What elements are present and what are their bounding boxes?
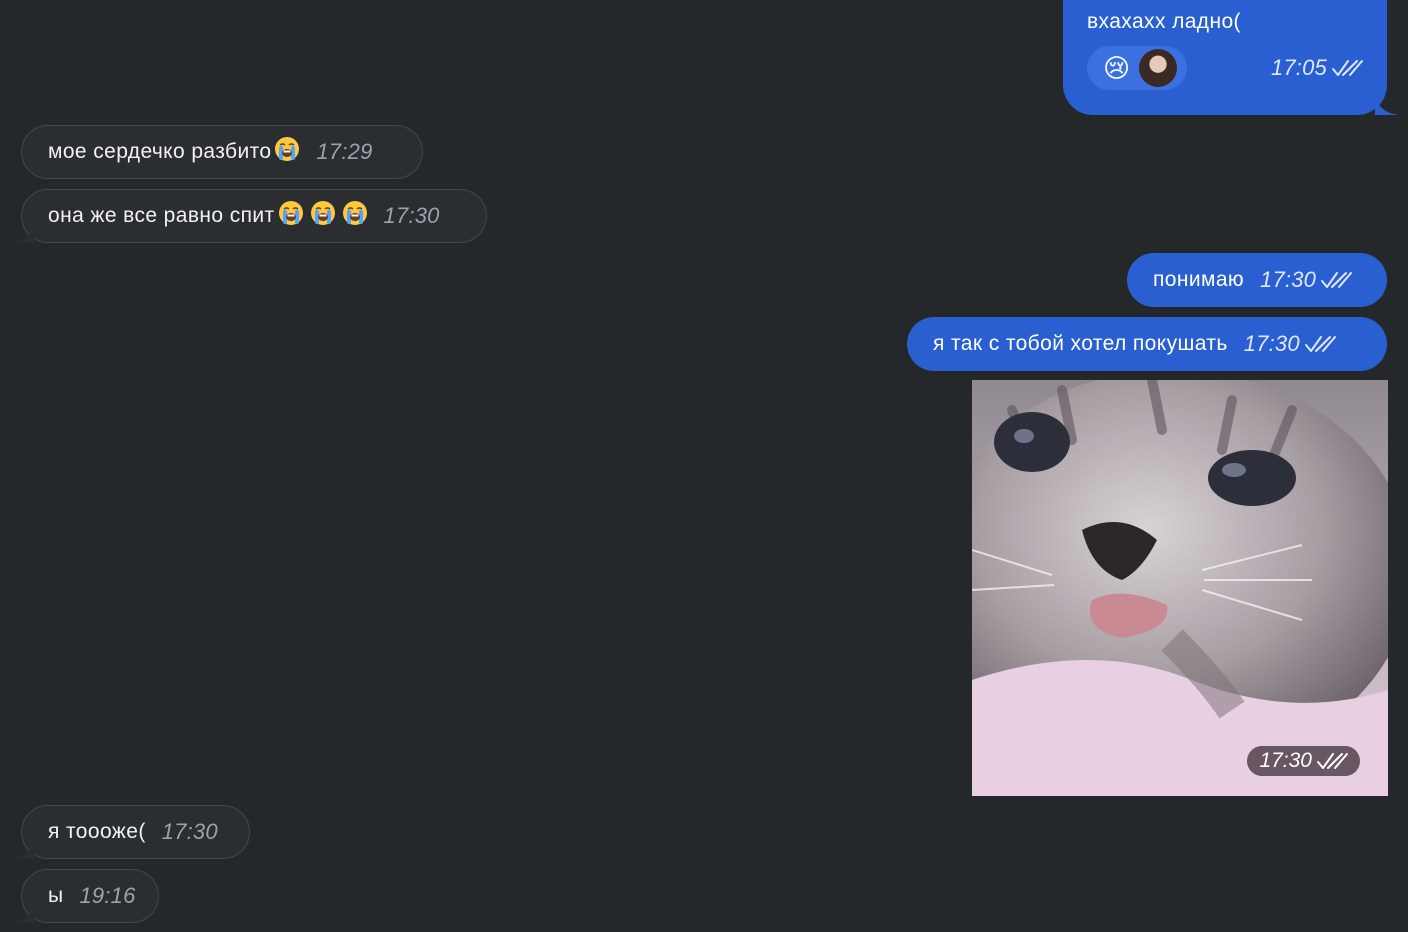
kitten-photo[interactable]: 17:30: [972, 380, 1388, 796]
message-time: 17:05: [1270, 55, 1327, 80]
loudly-crying-face-icon: [278, 200, 304, 232]
message-text: вхахахх ладно(: [1087, 10, 1241, 33]
reaction-chip[interactable]: 😢: [1087, 46, 1187, 90]
message-incoming[interactable]: мое сердечко разбито 17:29: [21, 125, 423, 179]
bubble-tail-icon: [11, 223, 35, 243]
crying-face-emoji-icon: 😢: [1103, 53, 1131, 83]
message-text: мое сердечко разбито: [48, 140, 272, 163]
message-incoming[interactable]: она же все равно спит 17:30: [21, 189, 487, 243]
bubble-tail-icon: [11, 903, 35, 923]
message-time: 19:16: [79, 883, 136, 908]
message-outgoing[interactable]: я так с тобой хотел покушать 17:30: [907, 317, 1387, 371]
message-incoming[interactable]: я тоооже( 17:30: [21, 805, 250, 859]
message-time: 17:29: [316, 139, 373, 164]
message-time: 17:30: [1260, 267, 1317, 292]
message-text: понимаю: [1153, 268, 1245, 291]
message-time: 17:30: [1259, 749, 1312, 772]
double-check-icon: [1316, 751, 1348, 771]
loudly-crying-face-icon: [274, 136, 300, 168]
avatar: [1138, 49, 1177, 87]
message-incoming[interactable]: ы 19:16: [21, 869, 159, 923]
bubble-tail-icon: [1375, 95, 1399, 115]
message-text: она же все равно спит: [48, 204, 275, 227]
loudly-crying-face-icon: [342, 200, 368, 232]
double-check-icon: [1331, 58, 1363, 78]
message-time: 17:30: [1243, 331, 1300, 356]
message-outgoing[interactable]: вхахахх ладно( 😢 17:05: [1063, 0, 1387, 115]
message-outgoing[interactable]: понимаю 17:30: [1127, 253, 1387, 307]
bubble-tail-icon: [11, 839, 35, 859]
double-check-icon: [1320, 270, 1352, 290]
message-time: 17:30: [383, 203, 440, 228]
message-text: ы: [48, 884, 64, 907]
message-text: я так с тобой хотел покушать: [933, 332, 1228, 355]
message-time: 17:30: [161, 819, 218, 844]
double-check-icon: [1304, 334, 1336, 354]
kitten-image: [972, 380, 1388, 796]
loudly-crying-face-icon: [310, 200, 336, 232]
photo-timestamp: 17:30: [1247, 746, 1360, 776]
message-text: я тоооже(: [48, 820, 146, 843]
